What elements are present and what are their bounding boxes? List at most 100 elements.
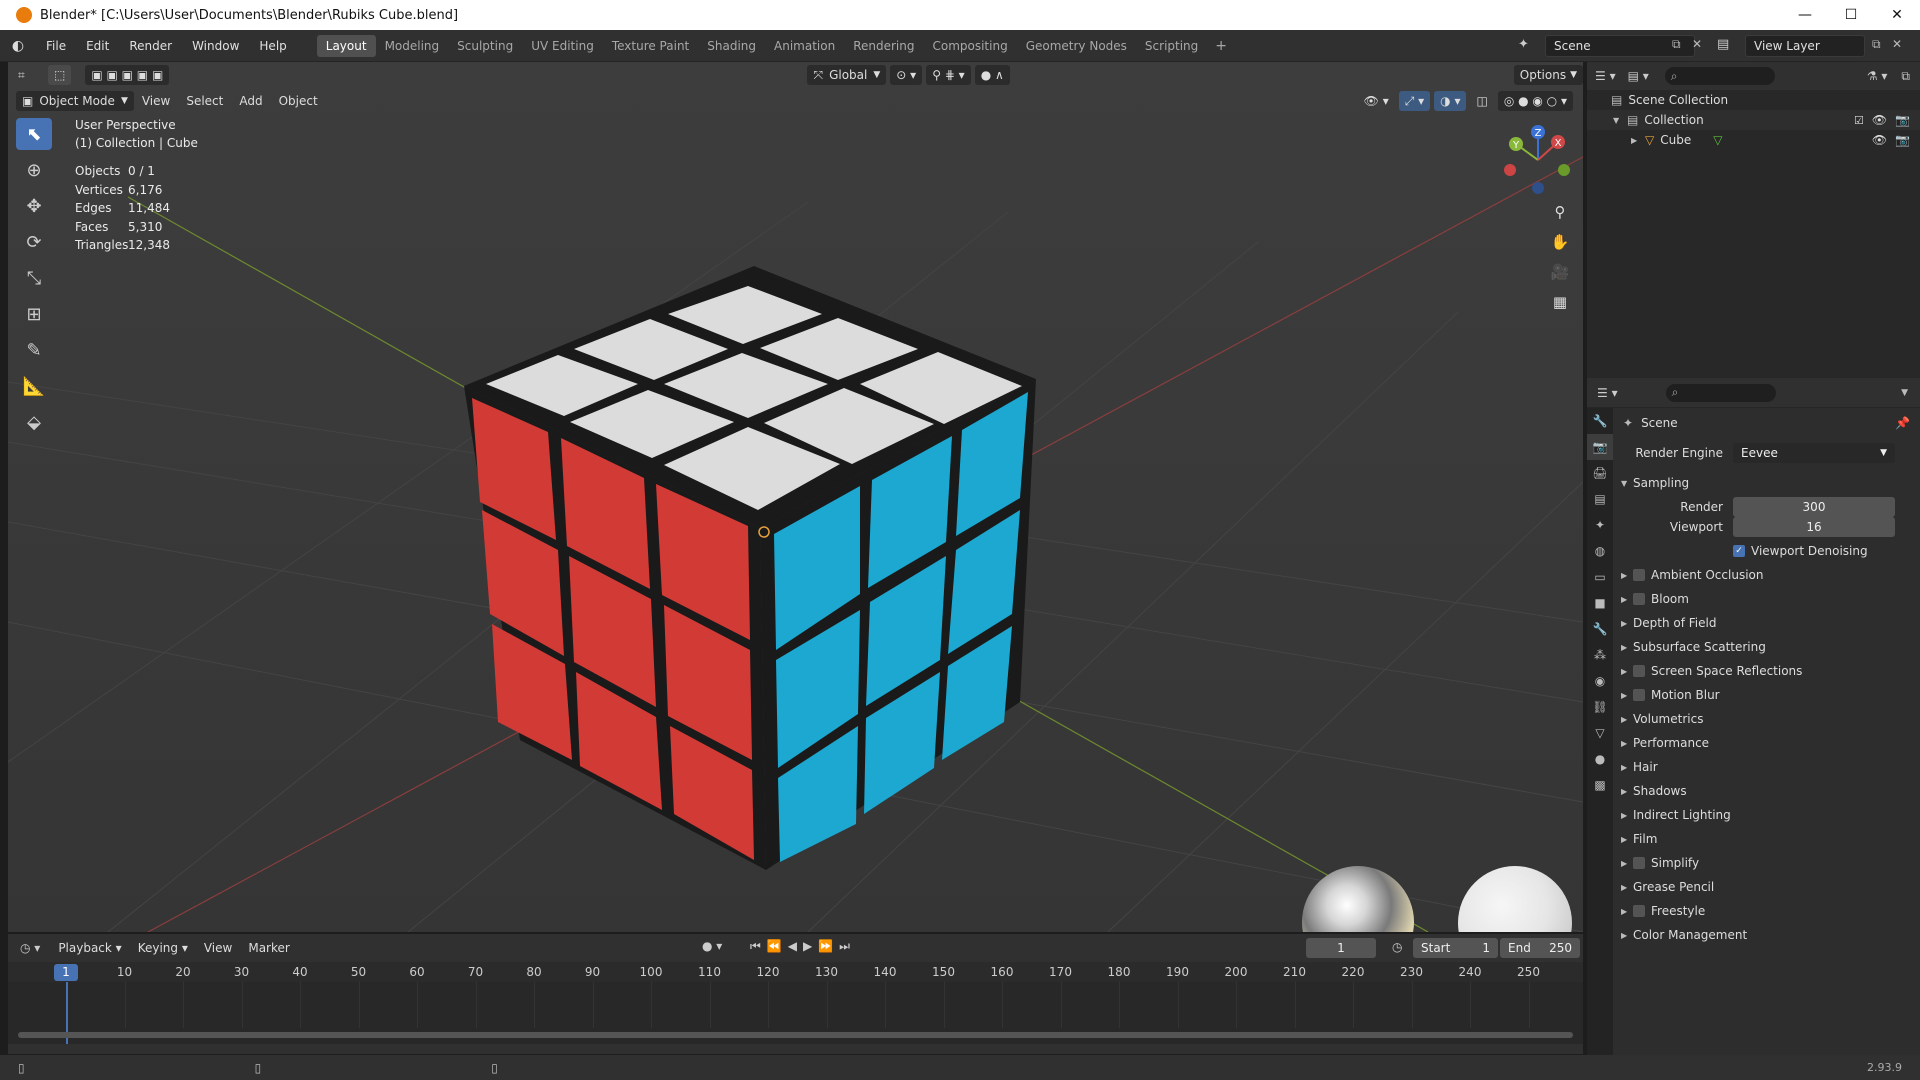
minimize-button[interactable]: —	[1782, 0, 1828, 30]
viewport-menu-select[interactable]: Select	[178, 94, 231, 108]
tab-modeling[interactable]: Modeling	[376, 35, 449, 57]
menu-window[interactable]: Window	[182, 39, 249, 53]
tab-animation[interactable]: Animation	[765, 35, 844, 57]
render-engine-dropdown[interactable]: Eevee ▼	[1733, 443, 1895, 463]
display-mode-icon[interactable]: ▤ ▾	[1628, 69, 1649, 83]
record-icon[interactable]: ● ▾	[702, 939, 722, 953]
playhead-frame[interactable]: 1	[54, 964, 78, 981]
cursor-tool-icon[interactable]: ⊕	[16, 154, 52, 186]
tab-layout[interactable]: Layout	[316, 34, 376, 57]
pivot-point-button[interactable]: ⊙ ▾	[890, 65, 923, 85]
outliner-row-cube[interactable]: ▶ ▽ Cube ▽ 👁 📷	[1587, 130, 1920, 150]
pin-icon[interactable]: 📌	[1895, 416, 1910, 430]
panel-volumetrics[interactable]: ▶ Volumetrics	[1621, 708, 1917, 730]
tab-geometry-nodes[interactable]: Geometry Nodes	[1017, 35, 1136, 57]
neg-y-axis-handle[interactable]	[1558, 164, 1570, 176]
timeline-body[interactable]	[8, 982, 1583, 1044]
measure-tool-icon[interactable]: 📐	[16, 370, 52, 402]
neg-x-axis-handle[interactable]	[1504, 164, 1516, 176]
playback-controls[interactable]: ⏮⏪◀▶⏩⏭	[750, 939, 856, 954]
snap-button[interactable]: ⚲ ⋕ ▾	[926, 65, 971, 85]
panel-hair[interactable]: ▶ Hair	[1621, 756, 1917, 778]
timeline-menu-keying[interactable]: Keying ▾	[130, 941, 196, 955]
viewport-denoising-checkbox[interactable]: ✓	[1733, 545, 1745, 557]
panel-enable-checkbox[interactable]	[1633, 905, 1645, 917]
maximize-button[interactable]: ☐	[1828, 0, 1874, 30]
mesh-data-icon[interactable]: ▽	[1713, 133, 1722, 147]
new-view-layer-icon[interactable]: ⧉	[1872, 37, 1881, 52]
viewport-menu-view[interactable]: View	[134, 94, 178, 108]
add-workspace-button[interactable]: +	[1207, 38, 1235, 54]
tab-shading[interactable]: Shading	[698, 35, 765, 57]
panel-grease-pencil[interactable]: ▶ Grease Pencil	[1621, 876, 1917, 898]
constraints-tab-icon[interactable]: ⛓	[1587, 694, 1613, 720]
selection-mode-buttons[interactable]: ▣ ▣ ▣ ▣ ▣	[85, 65, 170, 85]
viewport-samples-field[interactable]: 16	[1733, 517, 1895, 537]
panel-sampling[interactable]: ▼ Sampling	[1621, 472, 1917, 494]
object-tab-icon[interactable]: ■	[1587, 590, 1613, 616]
eye-icon[interactable]: 👁	[1872, 113, 1887, 127]
transform-tool-icon[interactable]: ⊞	[16, 298, 52, 330]
properties-editor-icon[interactable]: ☰ ▾	[1597, 386, 1618, 400]
render-tab-icon[interactable]: 📷	[1587, 434, 1613, 460]
rotate-tool-icon[interactable]: ⟳	[16, 226, 52, 258]
menu-help[interactable]: Help	[249, 39, 296, 53]
properties-search-input[interactable]: ⌕	[1665, 383, 1776, 402]
modifier-tab-icon[interactable]: 🔧	[1587, 616, 1613, 642]
start-frame-field[interactable]: Start 1	[1413, 938, 1498, 958]
timeline-menu-view[interactable]: View	[196, 941, 240, 955]
timeline-scrollbar[interactable]	[18, 1032, 1573, 1038]
panel-enable-checkbox[interactable]	[1633, 689, 1645, 701]
world-tab-icon[interactable]: ◍	[1587, 538, 1613, 564]
viewport-denoising-row[interactable]: ✓ Viewport Denoising	[1613, 540, 1920, 562]
material-tab-icon[interactable]: ●	[1587, 746, 1613, 772]
navigation-gizmo[interactable]: Z Y X	[1498, 120, 1578, 200]
panel-color-management[interactable]: ▶ Color Management	[1621, 924, 1917, 946]
render-samples-field[interactable]: 300	[1733, 497, 1895, 517]
panel-ambient-occlusion[interactable]: ▶ Ambient Occlusion	[1621, 564, 1917, 586]
panel-bloom[interactable]: ▶ Bloom	[1621, 588, 1917, 610]
panel-performance[interactable]: ▶ Performance	[1621, 732, 1917, 754]
panel-motion-blur[interactable]: ▶ Motion Blur	[1621, 684, 1917, 706]
output-tab-icon[interactable]: 🖨	[1587, 460, 1613, 486]
menu-edit[interactable]: Edit	[76, 39, 119, 53]
tab-rendering[interactable]: Rendering	[844, 35, 923, 57]
timeline-menu-marker[interactable]: Marker	[240, 941, 297, 955]
exclude-checkbox-icon[interactable]: ☑	[1854, 114, 1864, 127]
panel-simplify[interactable]: ▶ Simplify	[1621, 852, 1917, 874]
tool-tab-icon[interactable]: 🔧	[1587, 408, 1613, 434]
chevron-down-icon[interactable]: ▼	[1901, 388, 1908, 398]
camera-render-icon[interactable]: 📷	[1895, 113, 1910, 127]
gizmo-toggle-icon[interactable]: ⤢ ▾	[1398, 91, 1431, 111]
add-cube-tool-icon[interactable]: ⬙	[16, 406, 52, 438]
overlay-toggle-icon[interactable]: ◑ ▾	[1434, 91, 1467, 111]
timeline-menu-playback[interactable]: Playback ▾	[50, 941, 129, 955]
visibility-icon[interactable]: 👁 ▾	[1358, 91, 1395, 111]
tab-sculpting[interactable]: Sculpting	[448, 35, 522, 57]
end-frame-field[interactable]: End 250	[1500, 938, 1580, 958]
menu-file[interactable]: File	[36, 39, 76, 53]
xray-toggle-icon[interactable]: ◫	[1470, 91, 1493, 111]
scene-tab-icon[interactable]: ✦	[1587, 512, 1613, 538]
particles-tab-icon[interactable]: ⁂	[1587, 642, 1613, 668]
select-tool-icon[interactable]: ⬉	[16, 118, 52, 150]
view-layer-selector[interactable]: View Layer	[1745, 35, 1865, 57]
transform-orientation-dropdown[interactable]: ⤧ Global ▼	[807, 65, 887, 85]
preview-range-icon[interactable]: ◷	[1392, 940, 1402, 954]
object-mode-dropdown[interactable]: ▣ Object Mode ▼	[16, 91, 134, 111]
outliner-row-collection[interactable]: ▼ ▤ Collection ☑ 👁 📷	[1587, 110, 1920, 130]
physics-tab-icon[interactable]: ◉	[1587, 668, 1613, 694]
viewport-menu-add[interactable]: Add	[231, 94, 270, 108]
collection-tab-icon[interactable]: ▭	[1587, 564, 1613, 590]
tab-texture-paint[interactable]: Texture Paint	[603, 35, 698, 57]
panel-subsurface-scattering[interactable]: ▶ Subsurface Scattering	[1621, 636, 1917, 658]
3d-viewport[interactable]: ⌗ ⬚ ▣ ▣ ▣ ▣ ▣ ⤧ Global ▼ ⊙ ▾ ⚲ ⋕ ▾ ● ∧ Opt…	[8, 62, 1583, 932]
panel-indirect-lighting[interactable]: ▶ Indirect Lighting	[1621, 804, 1917, 826]
camera-icon[interactable]: 🎥	[1548, 260, 1572, 284]
proportional-edit-button[interactable]: ● ∧	[974, 65, 1010, 85]
menu-render[interactable]: Render	[119, 39, 182, 53]
current-frame-field[interactable]: 1	[1306, 938, 1376, 958]
timeline-editor-icon[interactable]: ◷ ▾	[20, 941, 40, 955]
panel-shadows[interactable]: ▶ Shadows	[1621, 780, 1917, 802]
scale-tool-icon[interactable]: ⤡	[16, 262, 52, 294]
